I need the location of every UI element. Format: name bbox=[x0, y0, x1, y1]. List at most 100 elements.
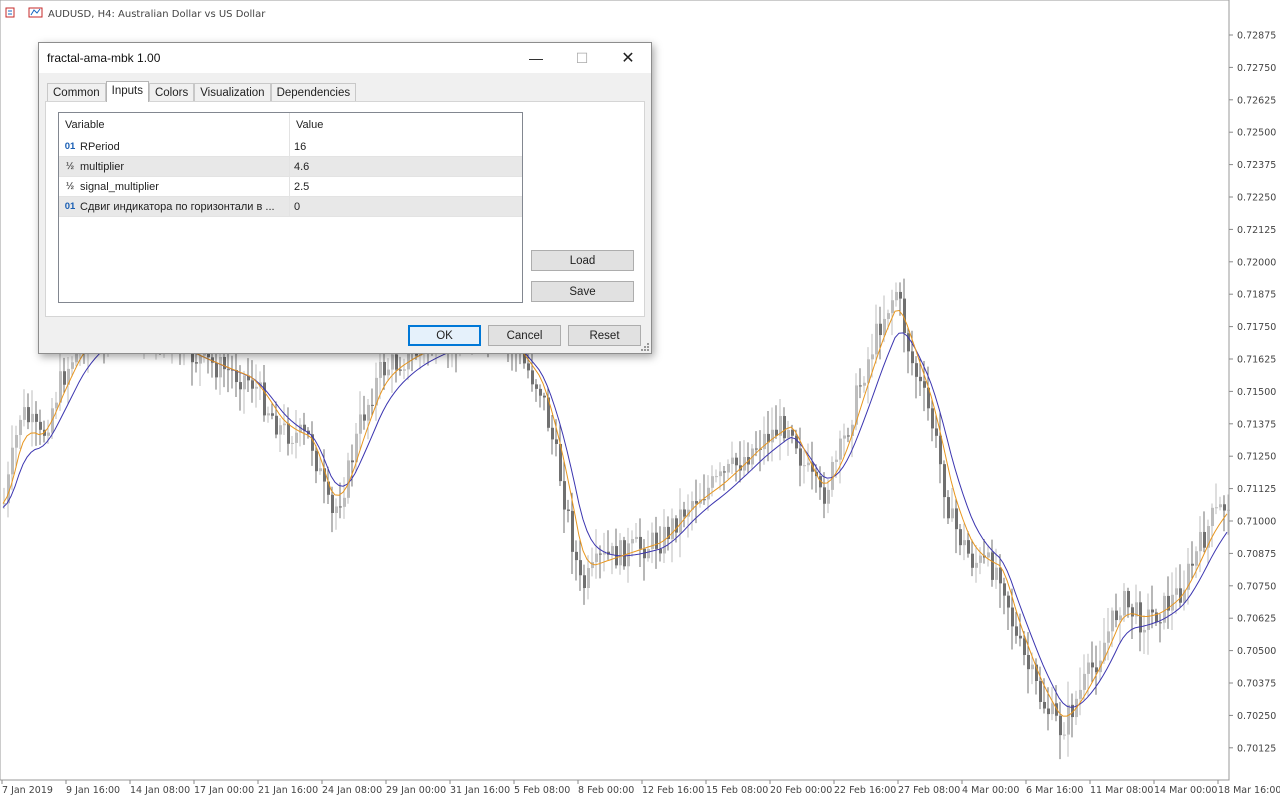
price-tick-label: 0.71500 bbox=[1237, 387, 1276, 398]
candle-body bbox=[239, 382, 242, 390]
candle-body bbox=[1147, 609, 1150, 630]
input-value[interactable]: 4.6 bbox=[290, 157, 522, 176]
candle-body bbox=[1079, 689, 1082, 699]
candle-body bbox=[535, 384, 538, 389]
variable-column-header[interactable]: Variable bbox=[59, 113, 290, 137]
input-value[interactable]: 2.5 bbox=[290, 177, 522, 196]
indicator-properties-dialog: fractal-ama-mbk 1.00 — ☐ ✕ Common Inputs… bbox=[38, 42, 652, 354]
integer-type-icon: 01 bbox=[64, 141, 76, 152]
candle-body bbox=[1143, 629, 1146, 633]
price-tick-label: 0.72500 bbox=[1237, 128, 1276, 139]
candle-body bbox=[879, 323, 882, 336]
tab-common[interactable]: Common bbox=[47, 83, 106, 102]
chart-title: AUDUSD, H4: Australian Dollar vs US Doll… bbox=[48, 9, 266, 20]
double-type-icon: ½ bbox=[65, 161, 75, 172]
candle-body bbox=[347, 460, 350, 498]
value-column-header[interactable]: Value bbox=[290, 113, 522, 137]
candle-body bbox=[891, 300, 894, 314]
candle-body bbox=[35, 413, 38, 422]
candle-body bbox=[803, 465, 806, 467]
candle-body bbox=[391, 354, 394, 370]
candle-body bbox=[963, 540, 966, 546]
candle-body bbox=[11, 447, 14, 475]
load-button[interactable]: Load bbox=[531, 250, 634, 271]
candle-body bbox=[1223, 504, 1226, 511]
candle-body bbox=[279, 425, 282, 435]
tab-colors[interactable]: Colors bbox=[148, 83, 195, 102]
tab-inputs[interactable]: Inputs bbox=[105, 81, 149, 102]
date-tick-label: 8 Feb 00:00 bbox=[578, 785, 634, 796]
ok-button[interactable]: OK bbox=[408, 325, 481, 346]
tab-dependencies[interactable]: Dependencies bbox=[270, 83, 357, 102]
candle-body bbox=[1011, 607, 1014, 627]
input-name: RPeriod bbox=[80, 140, 120, 153]
price-tick-label: 0.72875 bbox=[1237, 31, 1276, 42]
input-value[interactable]: 0 bbox=[290, 197, 522, 216]
resize-grip-icon[interactable] bbox=[641, 343, 649, 351]
candle-body bbox=[1115, 610, 1118, 621]
candle-body bbox=[967, 540, 970, 554]
candle-body bbox=[1031, 664, 1034, 670]
candle-body bbox=[847, 435, 850, 437]
date-tick-label: 6 Mar 16:00 bbox=[1026, 785, 1083, 796]
candle-body bbox=[783, 416, 786, 439]
candle-body bbox=[1015, 626, 1018, 636]
candle-body bbox=[1203, 531, 1206, 548]
candle-body bbox=[1019, 635, 1022, 639]
candle-body bbox=[31, 413, 34, 423]
candle-body bbox=[731, 457, 734, 464]
save-button[interactable]: Save bbox=[531, 281, 634, 302]
date-tick-label: 4 Mar 00:00 bbox=[962, 785, 1019, 796]
candle-body bbox=[991, 552, 994, 580]
price-tick-label: 0.70750 bbox=[1237, 581, 1276, 592]
input-row-multiplier[interactable]: ½ multiplier 4.6 bbox=[59, 157, 522, 177]
price-tick-label: 0.71875 bbox=[1237, 290, 1276, 301]
candle-body bbox=[1047, 708, 1050, 715]
minimize-icon[interactable]: — bbox=[513, 43, 559, 73]
candle-body bbox=[695, 501, 698, 504]
candle-body bbox=[63, 371, 66, 385]
candle-body bbox=[859, 385, 862, 387]
candle-body bbox=[651, 532, 654, 549]
candle-body bbox=[895, 291, 898, 301]
price-tick-label: 0.72000 bbox=[1237, 257, 1276, 268]
chart-title-bar: AUDUSD, H4: Australian Dollar vs US Doll… bbox=[5, 7, 266, 20]
candle-body bbox=[403, 369, 406, 371]
price-axis: 0.72875 0.72750 0.72625 0.72500 0.72375 0.722… bbox=[1229, 31, 1276, 754]
close-icon[interactable]: ✕ bbox=[605, 43, 651, 73]
candle-body bbox=[1083, 673, 1086, 690]
cancel-button[interactable]: Cancel bbox=[488, 325, 561, 346]
candle-body bbox=[215, 362, 218, 378]
candle-body bbox=[595, 553, 598, 563]
tab-visualization[interactable]: Visualization bbox=[194, 83, 271, 102]
candle-body bbox=[955, 508, 958, 530]
date-tick-label: 21 Jan 16:00 bbox=[258, 785, 318, 796]
candle-body bbox=[987, 552, 990, 558]
candle-body bbox=[23, 407, 26, 420]
price-tick-label: 0.71250 bbox=[1237, 452, 1276, 463]
candle-body bbox=[919, 376, 922, 382]
input-row-rperiod[interactable]: 01 RPeriod 16 bbox=[59, 137, 522, 157]
candle-body bbox=[223, 356, 226, 370]
candle-body bbox=[631, 539, 634, 544]
ama-indicator-line bbox=[2, 332, 1228, 708]
date-tick-label: 22 Feb 16:00 bbox=[834, 785, 896, 796]
candle-body bbox=[1175, 588, 1178, 595]
price-tick-label: 0.71000 bbox=[1237, 517, 1276, 528]
candle-body bbox=[1039, 680, 1042, 702]
date-tick-label: 11 Mar 08:00 bbox=[1090, 785, 1153, 796]
input-value[interactable]: 16 bbox=[290, 137, 522, 156]
candle-body bbox=[995, 567, 998, 580]
candle-body bbox=[295, 432, 298, 443]
reset-button[interactable]: Reset bbox=[568, 325, 641, 346]
input-row-signal-multiplier[interactable]: ½ signal_multiplier 2.5 bbox=[59, 177, 522, 197]
candle-body bbox=[195, 362, 198, 364]
input-row-shift[interactable]: 01 Сдвиг индикатора по горизонтали в ... … bbox=[59, 197, 522, 217]
candle-body bbox=[715, 476, 718, 478]
candle-body bbox=[551, 427, 554, 440]
candle-body bbox=[923, 381, 926, 388]
dialog-titlebar[interactable]: fractal-ama-mbk 1.00 — ☐ ✕ bbox=[39, 43, 651, 73]
candle-body bbox=[15, 435, 18, 448]
candle-body bbox=[1067, 704, 1070, 735]
candle-body bbox=[935, 428, 938, 436]
